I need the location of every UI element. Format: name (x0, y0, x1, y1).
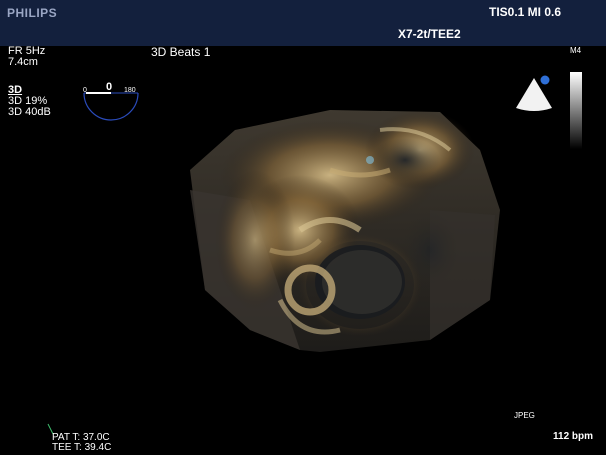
probe-temperature: TEE T: 39.4C (52, 442, 112, 453)
heart-rate: 112 bpm (553, 431, 594, 442)
format-label: JPEG (514, 411, 535, 420)
volume-render-image (190, 110, 500, 352)
